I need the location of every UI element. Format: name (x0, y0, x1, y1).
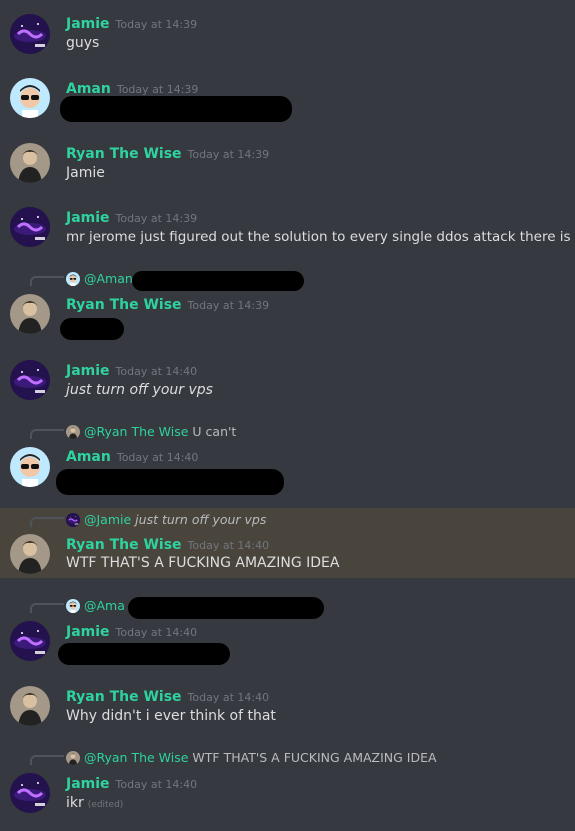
message-text: WTF THAT'S A FUCKING AMAZING IDEA (66, 555, 340, 571)
ryan-mini-avatar-icon (66, 425, 80, 439)
message-text: guys (66, 35, 100, 51)
username[interactable]: Jamie (66, 363, 110, 379)
username[interactable]: Aman (66, 449, 111, 465)
message-text: Jamie (66, 165, 105, 181)
username[interactable]: Ryan The Wise (66, 297, 182, 313)
jamie-avatar-icon[interactable] (10, 360, 50, 400)
message: Ryan The Wise Today at 14:40 Why didn't i… (0, 680, 575, 740)
username[interactable]: Jamie (66, 776, 110, 792)
reply-preview[interactable]: @Ama (66, 598, 125, 613)
redaction-bar (58, 643, 230, 665)
timestamp: Today at 14:40 (115, 626, 198, 639)
message: @Ryan The Wise U can't Aman Today at 14:4… (0, 419, 575, 501)
message: @Ryan The Wise WTF THAT'S A FUCKING AMAZ… (0, 745, 575, 827)
reply-connector (30, 429, 64, 439)
aman-avatar-icon[interactable] (10, 447, 50, 487)
message: @Aman Ryan The Wise Today at 14:39 (0, 266, 575, 346)
timestamp: Today at 14:39 (187, 148, 270, 161)
edited-label: (edited) (87, 800, 124, 810)
timestamp: Today at 14:40 (187, 691, 270, 704)
timestamp: Today at 14:40 (115, 778, 198, 791)
ryan-avatar-icon[interactable] (10, 294, 50, 334)
message: @Ama Jamie Today at 14:40 (0, 593, 575, 673)
username[interactable]: Ryan The Wise (66, 537, 182, 553)
reply-text: just turn off your vps (135, 512, 267, 527)
reply-connector (30, 517, 64, 527)
message: Jamie Today at 14:39 guys (0, 8, 575, 70)
jamie-mini-avatar-icon (66, 513, 80, 527)
redaction-bar (132, 271, 304, 291)
aman-avatar-icon[interactable] (10, 78, 50, 118)
timestamp: Today at 14:39 (187, 299, 270, 312)
username[interactable]: Jamie (66, 16, 110, 32)
username[interactable]: Jamie (66, 210, 110, 226)
message-body: ikr (edited) (66, 795, 123, 811)
redaction-bar (60, 318, 124, 340)
message: Aman Today at 14:39 (0, 72, 575, 134)
username[interactable]: Ryan The Wise (66, 689, 182, 705)
reply-connector (30, 276, 64, 286)
chat-log: Jamie Today at 14:39 guys Aman Today at 14… (0, 0, 575, 831)
message-highlighted: @Jamie just turn off your vps Ryan The W… (0, 508, 575, 578)
jamie-avatar-icon[interactable] (10, 621, 50, 661)
timestamp: Today at 14:39 (116, 83, 199, 96)
ryan-avatar-icon[interactable] (10, 143, 50, 183)
aman-mini-avatar-icon (66, 272, 80, 286)
reply-preview[interactable]: @Ryan The Wise U can't (66, 424, 236, 439)
ryan-avatar-icon[interactable] (10, 534, 50, 574)
jamie-avatar-icon[interactable] (10, 207, 50, 247)
reply-mention[interactable]: @Aman (84, 271, 133, 286)
timestamp: Today at 14:39 (115, 18, 198, 31)
reply-mention[interactable]: @Ryan The Wise (84, 750, 188, 765)
aman-mini-avatar-icon (66, 599, 80, 613)
jamie-avatar-icon[interactable] (10, 14, 50, 54)
ryan-mini-avatar-icon (66, 751, 80, 765)
message-text: mr jerome just figured out the solution … (66, 229, 571, 245)
timestamp: Today at 14:40 (187, 539, 270, 552)
reply-text: U can't (192, 424, 237, 439)
redaction-bar (60, 96, 292, 122)
message: Jamie Today at 14:40 just turn off your v… (0, 354, 575, 414)
message: Ryan The Wise Today at 14:39 Jamie (0, 137, 575, 197)
message-text: just turn off your vps (66, 382, 213, 398)
reply-connector (30, 755, 64, 765)
reply-preview[interactable]: @Ryan The Wise WTF THAT'S A FUCKING AMAZ… (66, 750, 437, 765)
reply-preview[interactable]: @Jamie just turn off your vps (66, 512, 266, 527)
reply-connector (30, 603, 64, 613)
jamie-avatar-icon[interactable] (10, 773, 50, 813)
reply-preview[interactable]: @Aman (66, 271, 133, 286)
ryan-avatar-icon[interactable] (10, 686, 50, 726)
reply-text: WTF THAT'S A FUCKING AMAZING IDEA (192, 750, 437, 765)
timestamp: Today at 14:40 (116, 451, 199, 464)
reply-mention[interactable]: @Jamie (84, 512, 131, 527)
reply-mention[interactable]: @Ryan The Wise (84, 424, 188, 439)
timestamp: Today at 14:40 (115, 365, 198, 378)
username[interactable]: Aman (66, 81, 111, 97)
message-text: Why didn't i ever think of that (66, 708, 276, 724)
timestamp: Today at 14:39 (115, 212, 198, 225)
message-text: ikr (66, 795, 84, 811)
message: Jamie Today at 14:39 mr jerome just figur… (0, 201, 575, 261)
username[interactable]: Jamie (66, 624, 110, 640)
reply-mention[interactable]: @Ama (84, 598, 125, 613)
username[interactable]: Ryan The Wise (66, 146, 182, 162)
redaction-bar (128, 597, 324, 619)
redaction-bar (56, 469, 284, 495)
